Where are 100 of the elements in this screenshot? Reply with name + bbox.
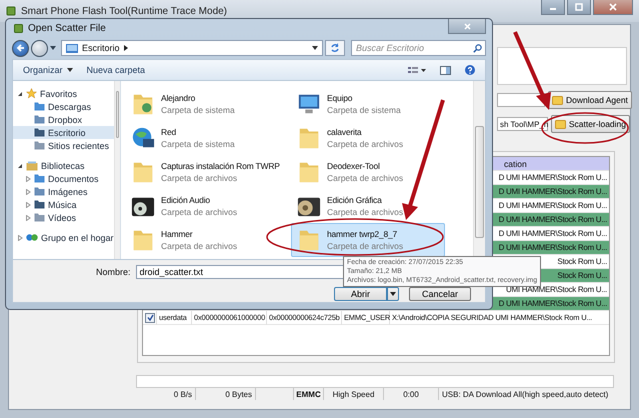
file-item[interactable]: Deodexer-Tool Carpeta de archivos [291,155,445,189]
file-name: Red [161,127,177,137]
folder-icon [34,213,45,222]
table-cell-text: D UMI HAMMER\Stock Rom U... [498,201,608,210]
view-options-button[interactable] [408,66,426,74]
nav-item[interactable]: Dropbox [13,113,114,126]
file-item[interactable]: Edición Gráfica Carpeta de archivos [291,189,445,223]
nav-item[interactable]: Descargas [13,100,114,113]
file-item[interactable]: Capturas instalación Rom TWRP Carpeta de archivos [125,155,285,189]
back-button[interactable] [12,40,29,56]
scrollbar[interactable] [473,81,485,259]
file-item[interactable]: Edición Audio Carpeta de archivos [125,189,285,223]
folder-icon [34,128,45,137]
preview-pane-button[interactable] [440,66,451,74]
column-header: cation [503,158,528,168]
nav-item[interactable]: Bibliotecas [13,159,114,172]
scatter-loading-button[interactable]: Scatter-loading [550,115,630,133]
nav-item[interactable]: Documentos [13,172,114,185]
nav-item[interactable]: Vídeos [13,211,114,224]
collapsed-arrow-icon[interactable] [25,202,31,208]
minimize-button[interactable] [541,0,565,15]
open-options-button[interactable] [386,287,399,301]
file-type: Carpeta de archivos [161,173,238,183]
organize-menu[interactable]: Organizar [23,65,73,75]
expanded-arrow-icon[interactable] [17,90,23,96]
file-item[interactable]: hammer twrp2_8_7 Carpeta de archivos [291,223,445,257]
back-arrow-icon [16,43,26,53]
file-type: Carpeta de archivos [327,139,404,149]
help-icon [465,65,475,75]
checkbox[interactable] [145,312,155,322]
status-field: EMMC [294,388,324,400]
download-agent-field[interactable] [497,93,545,107]
computer-icon [296,92,322,116]
maximize-button[interactable] [567,0,591,15]
table-cell-text: D UMI HAMMER\Stock Rom U... [498,187,608,196]
cancel-button[interactable]: Cancelar [408,287,471,301]
file-type: Carpeta de archivos [161,241,238,251]
collapsed-arrow-icon[interactable] [17,234,23,240]
new-folder-button[interactable]: Nueva carpeta [86,65,146,75]
status-field: 0 B/s [136,388,196,400]
desktop-icon [66,44,78,52]
folder-icon [34,115,45,124]
open-button[interactable]: Abrir [334,287,387,301]
refresh-icon [330,43,340,53]
file-item[interactable]: Alejandro Carpeta de sistema [125,87,285,121]
window-title: Smart Phone Flash Tool(Runtime Trace Mode) [21,6,228,16]
file-name: hammer twrp2_8_7 [327,229,398,239]
folder-icon [34,200,45,209]
file-item[interactable]: Equipo Carpeta de sistema [291,87,445,121]
maximize-icon [575,3,583,11]
file-name: calaverita [327,127,363,137]
nav-item[interactable]: Escritorio [13,126,114,139]
file-type: Carpeta de archivos [327,241,404,251]
close-button[interactable] [448,19,486,34]
dialog-title: Open Scatter File [28,22,106,34]
close-icon [464,22,470,30]
table-cell-text: D UMI HAMMER\Stock Rom U... [498,243,608,252]
scrollbar[interactable] [114,81,120,259]
close-button[interactable] [593,0,633,15]
download-agent-button[interactable]: Download Agent [548,91,632,109]
refresh-button[interactable] [325,40,345,56]
file-item[interactable]: Red Carpeta de sistema [125,121,285,155]
app-icon [6,6,16,16]
table-cell-text: Stock Rom U... [557,271,608,280]
search-field[interactable]: Buscar Escritorio [351,40,486,56]
file-name: Equipo [327,93,354,103]
address-bar[interactable]: Escritorio [61,40,323,56]
expanded-arrow-icon[interactable] [17,162,23,168]
status-field: 0:00 [384,388,439,400]
nav-item[interactable]: Sitios recientes [13,139,114,152]
search-icon[interactable] [473,44,482,53]
folder-icon [34,102,45,111]
caret-icon[interactable] [50,46,56,50]
preview-pane-icon [440,66,451,74]
nav-item[interactable]: Imágenes [13,185,114,198]
file-type: Carpeta de archivos [327,207,404,217]
file-item[interactable]: calaverita Carpeta de archivos [291,121,445,155]
forward-button[interactable] [31,40,48,56]
chevron-icon[interactable] [124,45,128,51]
breadcrumb-item[interactable]: Escritorio [82,43,120,53]
file-name: Hammer [161,229,194,239]
status-field: High Speed [324,388,384,400]
view-list-icon [408,66,426,74]
folder-icon [34,187,45,196]
table-cell-text: Stock Rom U... [557,257,608,266]
filename-label: Nombre: [96,267,131,277]
nav-item[interactable]: Favoritos [13,87,114,100]
caret-icon[interactable] [312,46,318,50]
folder-icon [34,141,45,150]
collapsed-arrow-icon[interactable] [25,214,31,220]
file-name: Edición Audio [161,195,211,205]
nav-item[interactable]: Música [13,198,114,211]
collapsed-arrow-icon[interactable] [25,176,31,182]
nav-item[interactable]: Grupo en el hogar [13,231,114,244]
status-field: USB: DA Download All(high speed,auto detect) [439,388,617,400]
table-cell-text: D UMI HAMMER\Stock Rom U... [498,229,608,238]
table-cell-text: D UMI HAMMER\Stock Rom U... [498,299,608,308]
collapsed-arrow-icon[interactable] [25,188,31,194]
help-button[interactable] [465,65,475,75]
file-item[interactable]: Hammer Carpeta de archivos [125,223,285,257]
